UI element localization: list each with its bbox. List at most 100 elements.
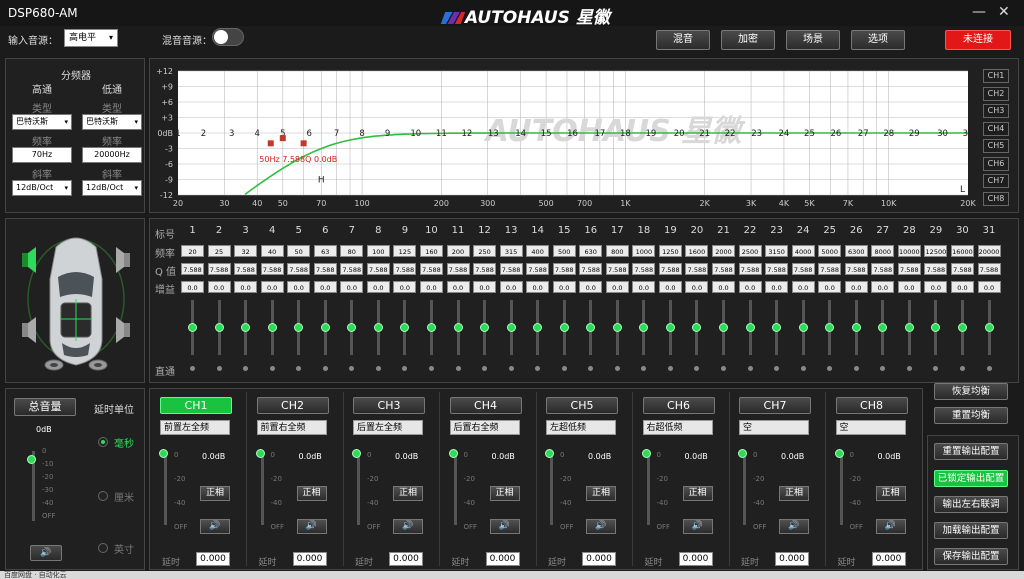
restore-eq-button[interactable]: 恢复均衡	[934, 383, 1008, 400]
master-volume-button[interactable]: 总音量	[14, 398, 76, 416]
connect-button[interactable]: 未连接	[945, 30, 1011, 50]
eq-band-freq-input[interactable]: 40	[260, 245, 284, 257]
channel-label-input[interactable]: 空	[835, 420, 906, 435]
eq-band-q-input[interactable]: 7.588	[499, 263, 523, 275]
channel-label-input[interactable]: 空	[739, 420, 809, 435]
eq-band-gain-input[interactable]: 0.0	[419, 281, 443, 293]
graph-channel-ch4[interactable]: CH4	[983, 121, 1009, 136]
channel-gain-knob[interactable]	[641, 449, 651, 458]
eq-band-bypass-toggle[interactable]	[428, 366, 434, 371]
channel-select-ch4[interactable]: CH4	[449, 397, 522, 414]
channel-gain-knob[interactable]	[738, 449, 747, 458]
eq-band-q-input[interactable]: 7.588	[977, 263, 1001, 275]
eq-band-q-input[interactable]: 7.588	[658, 263, 682, 275]
channel-select-ch3[interactable]: CH3	[353, 397, 425, 414]
eq-band-gain-input[interactable]: 0.0	[844, 281, 868, 293]
eq-band-freq-input[interactable]: 6300	[844, 245, 868, 257]
master-volume-knob[interactable]	[27, 455, 36, 464]
eq-band-q-input[interactable]: 7.588	[844, 263, 868, 275]
eq-band-q-input[interactable]: 7.588	[181, 263, 204, 275]
channel-gain-knob[interactable]	[255, 449, 265, 458]
eq-band-gain-input[interactable]: 0.0	[446, 281, 470, 293]
graph-channel-ch7[interactable]: CH7	[983, 174, 1009, 188]
eq-band-gain-input[interactable]: 0.0	[738, 281, 762, 293]
eq-band-freq-input[interactable]: 25	[207, 245, 231, 257]
channel-gain-track[interactable]	[839, 453, 843, 525]
channel-gain-knob[interactable]	[448, 449, 458, 458]
eq-band-gain-input[interactable]: 0.0	[552, 281, 576, 293]
eq-band-gain-input[interactable]: 0.0	[605, 281, 629, 293]
eq-band-freq-input[interactable]: 1600	[685, 245, 709, 257]
graph-channel-ch5[interactable]: CH5	[983, 139, 1009, 153]
eq-band-slider-knob[interactable]	[745, 323, 755, 332]
mix-button[interactable]: 混音	[656, 30, 710, 50]
channel-mute-button[interactable]: 🔊	[489, 519, 520, 534]
eq-band-q-input[interactable]: 7.588	[871, 263, 895, 275]
channel-gain-knob[interactable]	[159, 449, 168, 458]
eq-band-q-input[interactable]: 7.588	[234, 263, 258, 275]
eq-band-bypass-toggle[interactable]	[721, 366, 726, 371]
scene-button[interactable]: 场景	[786, 30, 840, 50]
eq-band-slider-knob[interactable]	[188, 323, 197, 332]
eq-band-q-input[interactable]: 7.588	[818, 263, 842, 275]
eq-band-gain-input[interactable]: 0.0	[260, 281, 284, 293]
channel-mute-button[interactable]: 🔊	[875, 519, 906, 534]
eq-band-freq-input[interactable]: 8000	[871, 245, 895, 257]
eq-band-gain-input[interactable]: 0.0	[234, 281, 258, 293]
channel-select-ch2[interactable]: CH2	[256, 397, 329, 414]
eq-band-bypass-toggle[interactable]	[269, 366, 275, 371]
channel-phase-button[interactable]: 正相	[682, 486, 713, 501]
eq-band-gain-input[interactable]: 0.0	[818, 281, 842, 293]
eq-band-freq-input[interactable]: 4000	[791, 245, 815, 257]
eq-band-gain-input[interactable]: 0.0	[924, 281, 948, 293]
eq-band-freq-input[interactable]: 32	[234, 245, 258, 257]
eq-band-freq-input[interactable]: 16000	[950, 245, 974, 257]
eq-band-freq-input[interactable]: 800	[605, 245, 629, 257]
eq-band-slider-knob[interactable]	[984, 323, 994, 332]
eq-band-gain-input[interactable]: 0.0	[579, 281, 603, 293]
reset-eq-button[interactable]: 重置均衡	[934, 407, 1008, 424]
eq-band-bypass-toggle[interactable]	[455, 366, 461, 371]
graph-channel-ch2[interactable]: CH2	[983, 86, 1009, 101]
channel-phase-button[interactable]: 正相	[875, 486, 906, 501]
eq-band-slider-knob[interactable]	[665, 323, 675, 332]
channel-mute-button[interactable]: 🔊	[200, 519, 230, 534]
eq-band-bypass-toggle[interactable]	[667, 366, 673, 371]
channel-gain-track[interactable]	[646, 453, 650, 525]
channel-delay-input[interactable]: 0.000	[292, 552, 327, 566]
eq-band-freq-input[interactable]: 3150	[765, 245, 789, 257]
master-speaker-button[interactable]: 🔊	[30, 545, 62, 561]
eq-band-q-input[interactable]: 7.588	[765, 263, 789, 275]
eq-band-slider-knob[interactable]	[214, 323, 224, 332]
eq-band-freq-input[interactable]: 160	[419, 245, 443, 257]
link-lr-button[interactable]: 输出左右联调	[934, 496, 1008, 513]
eq-band-gain-input[interactable]: 0.0	[632, 281, 656, 293]
subwoofer-right-icon[interactable]	[88, 359, 108, 371]
eq-band-q-input[interactable]: 7.588	[950, 263, 974, 275]
channel-select-ch6[interactable]: CH6	[642, 397, 715, 414]
channel-delay-input[interactable]: 0.000	[871, 552, 906, 566]
channel-delay-input[interactable]: 0.000	[485, 552, 520, 566]
eq-band-gain-input[interactable]: 0.0	[340, 281, 364, 293]
eq-band-gain-input[interactable]: 0.0	[287, 281, 311, 293]
highpass-type-select[interactable]: 巴特沃斯 ▾	[12, 114, 72, 130]
eq-band-bypass-toggle[interactable]	[800, 366, 806, 371]
channel-gain-knob[interactable]	[545, 449, 554, 458]
eq-band-q-input[interactable]: 7.588	[791, 263, 815, 275]
channel-phase-button[interactable]: 正相	[296, 486, 327, 501]
channel-label-input[interactable]: 后置左全频	[353, 420, 423, 435]
eq-band-q-input[interactable]: 7.588	[924, 263, 948, 275]
channel-label-input[interactable]: 前置左全频	[160, 420, 230, 435]
eq-band-q-input[interactable]: 7.588	[632, 263, 656, 275]
channel-phase-button[interactable]: 正相	[489, 486, 520, 501]
eq-band-q-input[interactable]: 7.588	[207, 263, 231, 275]
graph-channel-ch3[interactable]: CH3	[983, 104, 1009, 118]
eq-band-bypass-toggle[interactable]	[906, 366, 912, 371]
speaker-rear-right-icon[interactable]	[116, 317, 130, 343]
eq-band-freq-input[interactable]: 63	[313, 245, 337, 257]
highpass-freq-input[interactable]: 70Hz	[12, 147, 72, 163]
eq-band-freq-input[interactable]: 2000	[712, 245, 735, 257]
eq-band-q-input[interactable]: 7.588	[526, 263, 550, 275]
eq-band-freq-input[interactable]: 250	[473, 245, 497, 257]
channel-mute-button[interactable]: 🔊	[779, 519, 809, 534]
